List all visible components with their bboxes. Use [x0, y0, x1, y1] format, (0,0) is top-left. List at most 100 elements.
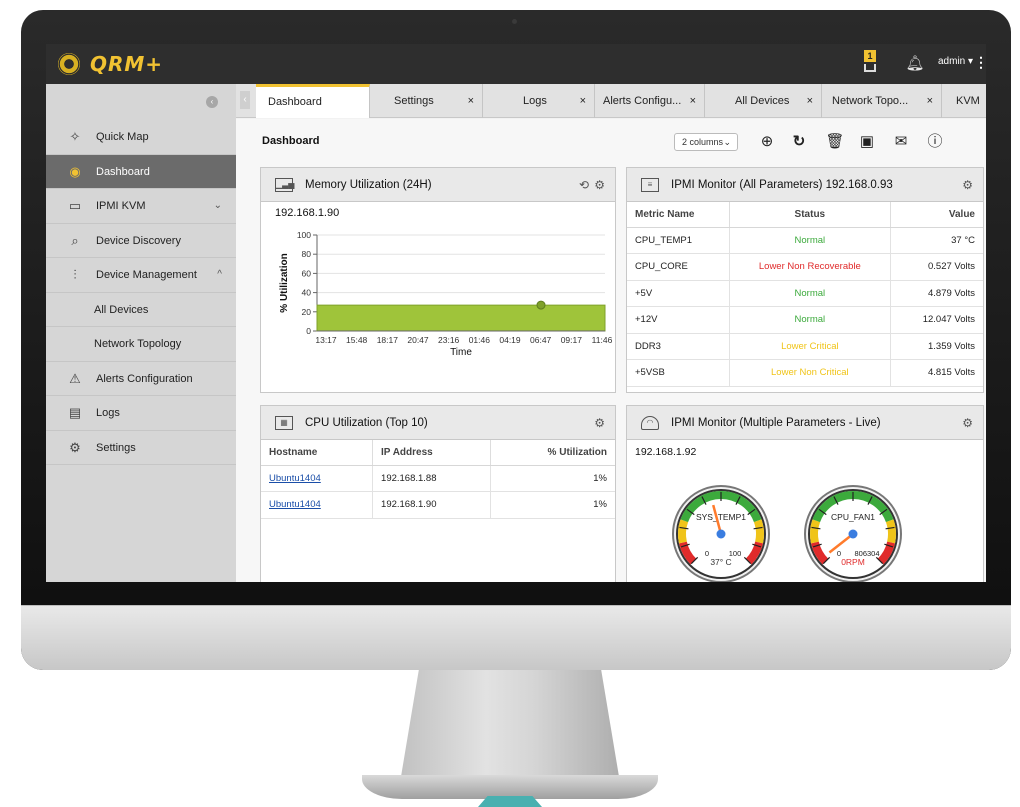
x-tick-label: 06:47: [530, 335, 552, 345]
tab-kvm[interactable]: KVM D: [942, 84, 986, 141]
ipmi-live-host-ip: 192.168.1.92: [635, 446, 697, 458]
metric-value: 0.527 Volts: [890, 253, 983, 281]
gauge-cpu-fan1: CPU_FAN10 8063040RPM: [804, 485, 902, 582]
sidebar-item-label: Device Management: [96, 269, 197, 281]
column-header[interactable]: Hostname: [261, 440, 374, 466]
ipmi-all-parameters-panel: ≡ IPMI Monitor (All Parameters) 192.168.…: [626, 167, 984, 393]
sidebar-item-label: Logs: [96, 407, 120, 419]
table-row: +5VSB Lower Non Critical 4.815 Volts: [627, 359, 983, 387]
help-icon[interactable]: ⓘ: [924, 131, 946, 153]
tab-settings[interactable]: Settings ×: [370, 84, 483, 118]
table-row: +5V Normal 4.879 Volts: [627, 280, 983, 307]
panel-title: IPMI Monitor (Multiple Parameters - Live…: [671, 417, 881, 429]
column-header[interactable]: % Utilization: [490, 440, 615, 466]
sidebar-item-quick-map[interactable]: ✧ Quick Map: [46, 120, 236, 155]
sidebar-item-device-discovery[interactable]: ⌕ Device Discovery: [46, 224, 236, 258]
y-tick-label: 20: [302, 307, 312, 317]
gear-icon[interactable]: ⚙: [962, 406, 973, 440]
top-bar: QRM+ 1 🔔︎ admin ▾ ⋮: [46, 44, 986, 84]
panel-title: Memory Utilization (24H): [305, 179, 432, 191]
notification-tray-icon[interactable]: 1: [864, 50, 876, 76]
cpu-table: Hostname IP Address % Utilization Ubuntu…: [261, 440, 615, 519]
collapse-sidebar-icon[interactable]: ‹: [206, 96, 218, 108]
hostname-link[interactable]: Ubuntu1404: [261, 465, 374, 492]
y-axis-title: % Utilization: [279, 253, 290, 312]
chevron-up-icon: ^: [217, 269, 222, 280]
table-header-row: Metric Name Status Value: [627, 202, 983, 228]
gear-icon[interactable]: ⚙: [962, 168, 973, 202]
status-text: Normal: [729, 280, 891, 307]
metric-name: DDR3: [627, 333, 730, 360]
gear-icon[interactable]: ⚙: [594, 406, 605, 440]
column-header[interactable]: IP Address: [372, 440, 492, 466]
gauges: SYS_TEMP10 10037° CCPU_FAN10 8063040RPM: [672, 485, 902, 582]
trash-icon[interactable]: 🗑︎: [824, 131, 846, 153]
close-icon[interactable]: ×: [927, 84, 933, 118]
column-header[interactable]: Metric Name: [627, 202, 730, 228]
refresh-icon[interactable]: ↻: [788, 131, 810, 153]
panel-header: ≡ IPMI Monitor (All Parameters) 192.168.…: [627, 168, 983, 202]
memory-utilization-panel: ▁▃▅ Memory Utilization (24H) ⟲ ⚙ 192.168…: [260, 167, 616, 393]
close-icon[interactable]: ×: [690, 84, 696, 118]
dashboard-icon: ◉: [69, 163, 81, 179]
table-row: Ubuntu1404 192.168.1.88 1%: [261, 465, 615, 492]
app-logo: QRM+: [90, 52, 164, 76]
sidebar-item-label: IPMI KVM: [96, 200, 146, 212]
ip-address: 192.168.1.88: [372, 465, 492, 492]
notification-count: 1: [864, 50, 876, 62]
close-icon[interactable]: ×: [807, 84, 813, 118]
tab-label: Settings: [394, 95, 434, 107]
bell-icon[interactable]: 🔔︎: [905, 54, 925, 74]
utilization-value: 1%: [490, 491, 615, 519]
user-menu[interactable]: admin ▾: [938, 56, 973, 67]
gauge-band: [753, 519, 764, 544]
monitor-icon: ▭: [68, 198, 82, 213]
sidebar-item-alerts-configuration[interactable]: ⚠ Alerts Configuration: [46, 362, 236, 396]
metric-name: +5VSB: [627, 359, 730, 387]
memory-area-series: [316, 304, 606, 332]
monitor-stand-base: [362, 775, 658, 799]
sidebar-item-all-devices[interactable]: All Devices: [46, 293, 236, 327]
column-header[interactable]: Status: [729, 202, 891, 228]
page-title: Dashboard: [262, 135, 320, 147]
tab-alerts-configuration[interactable]: Alerts Configu... ×: [595, 84, 705, 118]
close-icon[interactable]: ×: [580, 84, 586, 118]
history-icon[interactable]: ⟲: [579, 168, 589, 202]
tab-logs[interactable]: Logs ×: [483, 84, 595, 118]
memory-host-ip: 192.168.1.90: [275, 207, 340, 219]
metric-name: CPU_CORE: [627, 253, 730, 281]
dashboard-content: Dashboard 2 columns ⌄ ⊕ ↻ 🗑︎ ▣ ✉ ⓘ ▁▃▅ M…: [236, 119, 986, 582]
gauge-name: CPU_FAN1: [831, 512, 875, 522]
gauge-hub: [716, 529, 726, 539]
x-tick-label: 13:17: [315, 335, 337, 345]
table-header-row: Hostname IP Address % Utilization: [261, 440, 615, 466]
x-tick-label: 15:48: [346, 335, 368, 345]
column-header[interactable]: Value: [890, 202, 983, 228]
add-widget-icon[interactable]: ⊕: [756, 131, 778, 153]
close-icon[interactable]: ×: [468, 84, 474, 118]
sidebar-item-device-management[interactable]: ⫶ Device Management ^: [46, 258, 236, 293]
sidebar-item-logs[interactable]: ▤ Logs: [46, 396, 236, 431]
discovery-icon: ⌕: [71, 232, 79, 248]
tab-network-topology[interactable]: Network Topo... ×: [822, 84, 942, 118]
email-icon[interactable]: ✉: [890, 131, 912, 153]
pdf-icon[interactable]: ▣: [856, 131, 878, 153]
gear-icon[interactable]: ⚙: [594, 168, 605, 202]
hover-point: [536, 300, 546, 310]
x-tick-label: 20:47: [407, 335, 429, 345]
camera-dot: [512, 19, 517, 24]
tab-scroll-left-icon[interactable]: ‹: [240, 91, 250, 109]
gauge-readout: 37° C: [710, 557, 731, 567]
more-menu-icon[interactable]: ⋮: [974, 54, 986, 71]
sidebar-item-settings[interactable]: ⚙ Settings: [46, 431, 236, 465]
sidebar-item-network-topology[interactable]: Network Topology: [46, 327, 236, 362]
columns-select[interactable]: 2 columns ⌄: [674, 133, 738, 151]
tab-label: Network Topo...: [832, 95, 909, 107]
memory-chart: 0 20 40 60 80 100 13:17 15:48 18:17 20:47 23:16 01:…: [279, 230, 613, 358]
sidebar-item-dashboard[interactable]: ◉ Dashboard: [46, 154, 236, 189]
tab-all-devices[interactable]: All Devices ×: [705, 84, 822, 118]
tab-dashboard[interactable]: Dashboard: [256, 84, 370, 118]
metric-value: 37 °C: [890, 227, 983, 254]
sidebar-item-ipmi-kvm[interactable]: ▭ IPMI KVM ⌄: [46, 189, 236, 224]
hostname-link[interactable]: Ubuntu1404: [261, 491, 374, 519]
